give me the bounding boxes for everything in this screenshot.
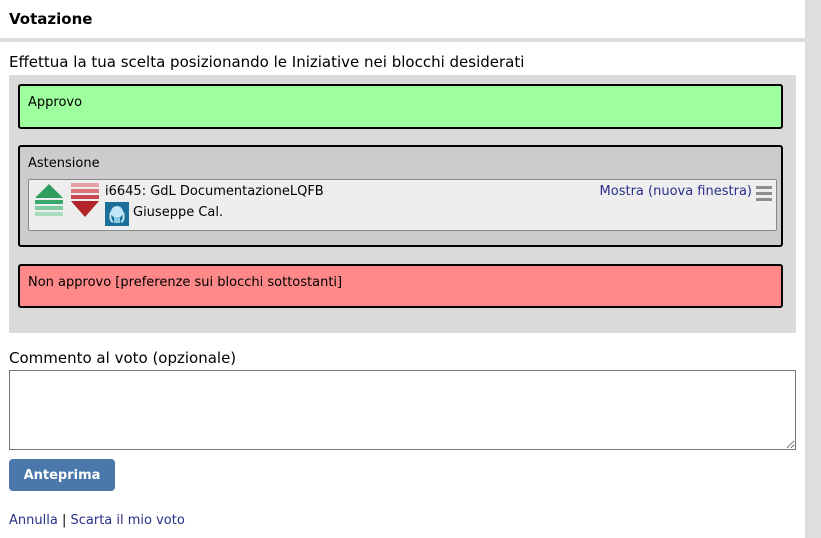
disapprove-block[interactable]: Non approvo [preferenze sui blocchi sott…	[18, 264, 783, 308]
drag-handle-icon[interactable]	[756, 185, 772, 201]
abstain-block[interactable]: Astensione i6645: GdL DocumentazioneLQFB	[18, 145, 783, 247]
avatar-image	[105, 202, 129, 226]
header-divider	[0, 38, 805, 42]
voting-page: Votazione Effettua la tua scelta posizio…	[0, 0, 805, 538]
approve-block[interactable]: Approvo	[18, 84, 783, 129]
page-title: Votazione	[9, 10, 93, 28]
initiative-title: i6645: GdL DocumentazioneLQFB	[105, 184, 324, 199]
abstain-block-label: Astensione	[28, 156, 100, 171]
comment-textarea[interactable]	[9, 370, 796, 450]
initiative-author: Giuseppe Cal.	[133, 205, 224, 220]
link-separator: |	[61, 513, 67, 528]
cancel-link[interactable]: Annulla	[9, 513, 58, 528]
instructions-text: Effettua la tua scelta posizionando le I…	[9, 53, 525, 71]
voting-blocks-area: Approvo Astensione i6645: GdL Documentaz…	[9, 75, 796, 333]
preview-button[interactable]: Anteprima	[9, 459, 115, 491]
comment-label: Commento al voto (opzionale)	[9, 349, 237, 367]
move-down-arrow-icon[interactable]	[71, 183, 99, 217]
show-new-window-link[interactable]: Mostra (nuova finestra)	[600, 184, 752, 199]
move-up-arrow-icon[interactable]	[35, 184, 63, 216]
disapprove-block-label: Non approvo [preferenze sui blocchi sott…	[28, 275, 343, 290]
scrollbar[interactable]	[805, 0, 821, 538]
avatar	[105, 202, 129, 226]
footer-links: Annulla | Scarta il mio voto	[9, 513, 185, 528]
discard-vote-link[interactable]: Scarta il mio voto	[70, 513, 184, 528]
initiative-item[interactable]: i6645: GdL DocumentazioneLQFB Giuseppe C…	[28, 179, 777, 231]
page-header: Votazione	[0, 0, 805, 38]
approve-block-label: Approvo	[28, 95, 83, 110]
